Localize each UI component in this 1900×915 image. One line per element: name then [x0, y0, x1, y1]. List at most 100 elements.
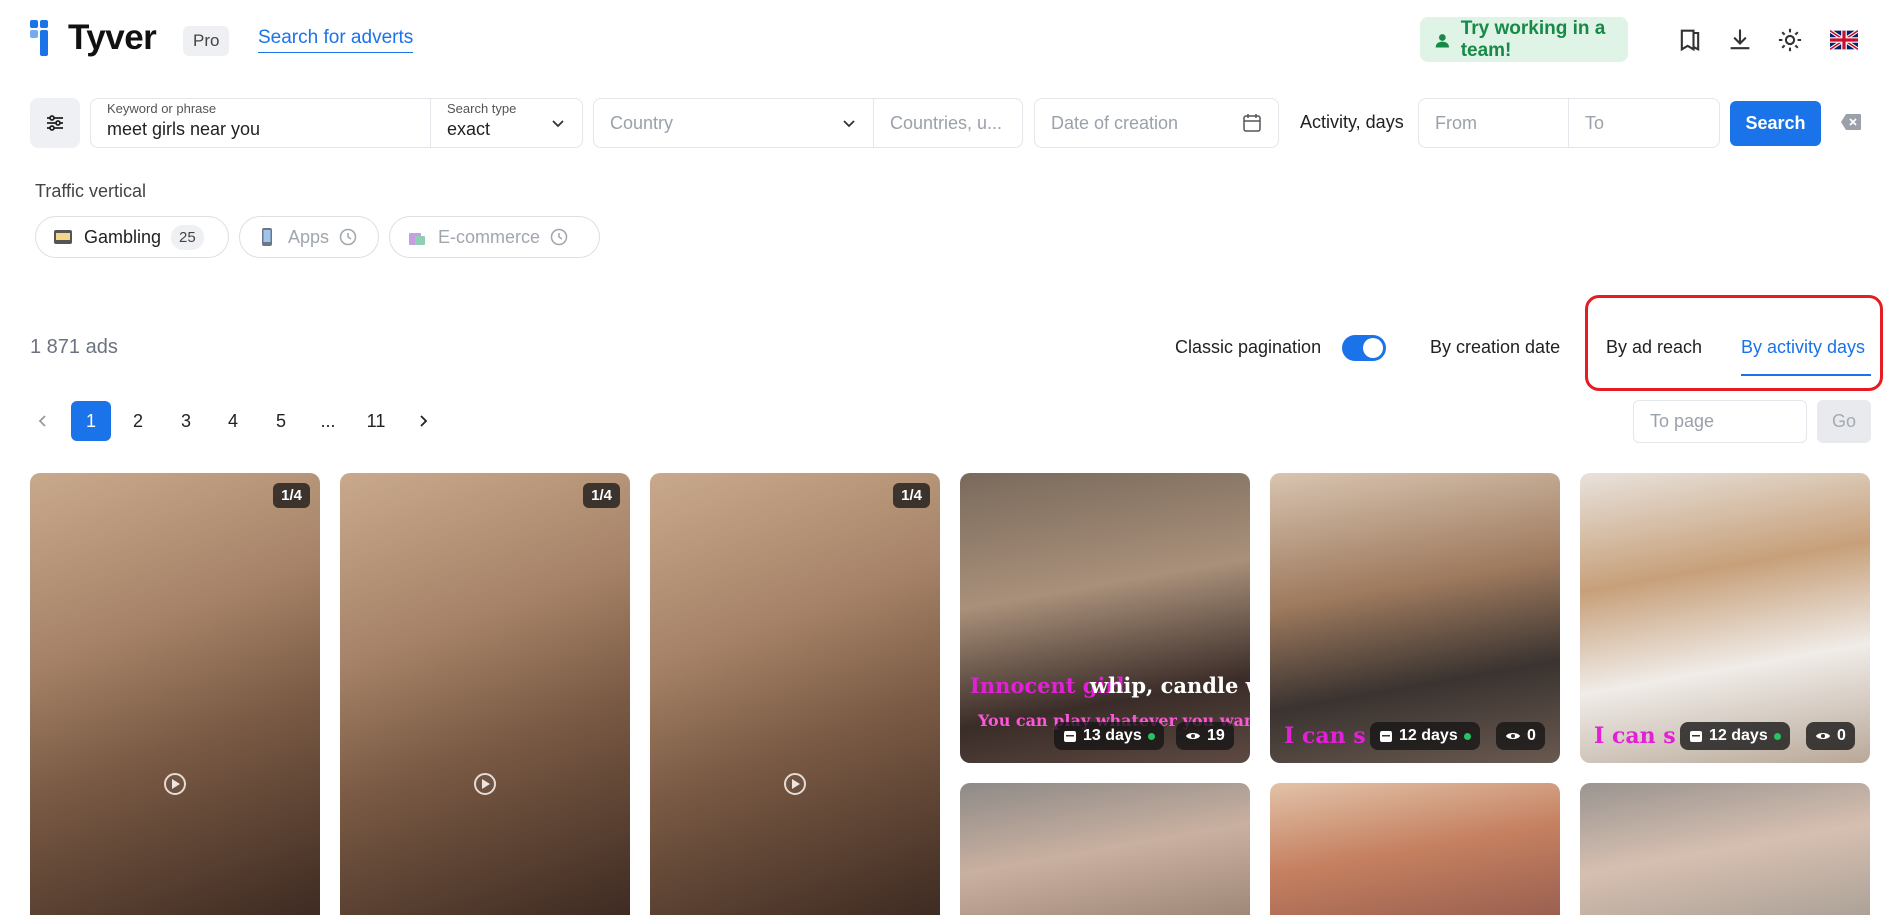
ad-card[interactable]: 1/4: [650, 473, 940, 915]
page-1[interactable]: 1: [71, 401, 111, 441]
chevron-right-icon: [420, 415, 428, 427]
clock-icon: [339, 228, 357, 246]
next-page-button[interactable]: [403, 401, 443, 441]
chip-gambling-count: 25: [171, 224, 204, 250]
page-2[interactable]: 2: [118, 401, 158, 441]
activity-days-stat: 12 days: [1370, 722, 1480, 750]
chevron-down-icon: [843, 120, 855, 128]
countries-input[interactable]: Countries, u...: [873, 98, 1023, 148]
views-stat: 0: [1806, 722, 1855, 750]
classic-pagination-toggle[interactable]: [1342, 335, 1386, 361]
calendar-icon: [1690, 731, 1702, 742]
play-icon[interactable]: [474, 773, 496, 795]
activity-from-input[interactable]: From: [1418, 98, 1569, 148]
date-of-creation-field[interactable]: Date of creation: [1034, 98, 1279, 148]
countries-placeholder: Countries, u...: [890, 113, 1003, 133]
traffic-vertical-title: Traffic vertical: [35, 181, 147, 201]
logo[interactable]: Tyver: [30, 18, 157, 58]
ads-count: 1 871 ads: [30, 336, 118, 358]
views-value: 19: [1207, 727, 1225, 744]
eye-icon: [1506, 733, 1520, 739]
calendar-icon: [1064, 731, 1076, 742]
page-4[interactable]: 4: [213, 401, 253, 441]
activity-days-stat: 12 days: [1680, 722, 1790, 750]
search-type-label: Search type: [447, 101, 517, 116]
views-stat: 0: [1496, 722, 1545, 750]
uk-flag-icon[interactable]: [1826, 22, 1862, 58]
views-value: 0: [1837, 727, 1846, 744]
to-page-input[interactable]: To page: [1633, 400, 1807, 443]
views-stat: 19: [1176, 722, 1234, 750]
shopping-bag-icon: [406, 226, 428, 248]
search-type-select[interactable]: Search type exact: [430, 98, 583, 148]
pro-badge: Pro: [183, 26, 230, 56]
keyword-label: Keyword or phrase: [107, 101, 217, 116]
sliders-icon: [47, 115, 63, 131]
carousel-count-badge: 1/4: [273, 483, 310, 508]
ad-card[interactable]: 1/4: [340, 473, 630, 915]
clear-icon[interactable]: [1840, 113, 1862, 131]
logo-text: Tyver: [68, 18, 157, 57]
try-team-button[interactable]: Try working in a team!: [1420, 17, 1628, 62]
logo-mark-icon: [30, 20, 58, 56]
chip-gambling[interactable]: Gambling 25: [35, 216, 229, 258]
chevron-down-icon: [552, 120, 564, 128]
activity-days-value: 12 days: [1399, 727, 1458, 744]
ad-card[interactable]: I can s 12 days 0: [1270, 473, 1560, 763]
carousel-count-badge: 1/4: [893, 483, 930, 508]
ad-card[interactable]: I can s 12 days 0: [1580, 473, 1870, 763]
chip-e-commerce[interactable]: E-commerce: [389, 216, 600, 258]
activity-days-label: Activity, days: [1300, 112, 1404, 132]
play-icon[interactable]: [784, 773, 806, 795]
clock-icon: [550, 228, 568, 246]
active-status-dot: [1147, 732, 1155, 740]
chip-apps-label: Apps: [288, 226, 330, 247]
eye-icon: [1816, 733, 1830, 739]
activity-days-value: 12 days: [1709, 727, 1768, 744]
keyword-field[interactable]: Keyword or phrase meet girls near you: [90, 98, 431, 148]
search-button[interactable]: Search: [1730, 101, 1821, 146]
country-select[interactable]: Country: [593, 98, 874, 148]
annotation-highlight-box: [1585, 295, 1883, 391]
page-11[interactable]: 11: [356, 401, 396, 441]
page-3[interactable]: 3: [166, 401, 206, 441]
try-team-label: Try working in a team!: [1460, 17, 1606, 61]
activity-to-input[interactable]: To: [1568, 98, 1720, 148]
page-5[interactable]: 5: [261, 401, 301, 441]
ad-card[interactable]: [1270, 783, 1560, 915]
slot-machine-icon: [52, 226, 74, 248]
download-icon[interactable]: [1722, 22, 1758, 58]
phone-icon: [256, 226, 278, 248]
active-status-dot: [1773, 732, 1781, 740]
chip-e-commerce-label: E-commerce: [438, 226, 541, 247]
ad-card[interactable]: [1580, 783, 1870, 915]
bookmarks-icon[interactable]: [1672, 22, 1708, 58]
filters-button[interactable]: [30, 98, 80, 148]
settings-icon[interactable]: [1772, 22, 1808, 58]
page-ellipsis: ...: [320, 410, 336, 431]
carousel-count-badge: 1/4: [583, 483, 620, 508]
go-button[interactable]: Go: [1817, 400, 1871, 443]
views-value: 0: [1527, 727, 1536, 744]
user-add-icon: [1435, 33, 1450, 48]
ad-overlay-text: I can s: [1594, 723, 1676, 749]
sort-by-creation-date[interactable]: By creation date: [1430, 337, 1560, 358]
activity-days-stat: 13 days: [1054, 722, 1164, 750]
chip-gambling-label: Gambling: [84, 226, 162, 247]
chip-apps[interactable]: Apps: [239, 216, 379, 258]
ad-card[interactable]: [960, 783, 1250, 915]
from-placeholder: From: [1435, 113, 1477, 133]
ad-card[interactable]: Innocent girl whip, candle wax You can p…: [960, 473, 1250, 763]
to-placeholder: To: [1585, 113, 1605, 133]
country-placeholder: Country: [610, 113, 674, 133]
activity-days-value: 13 days: [1083, 727, 1142, 744]
eye-icon: [1186, 733, 1200, 739]
prev-page-button[interactable]: [23, 401, 63, 441]
active-status-dot: [1463, 732, 1471, 740]
ad-card[interactable]: 1/4: [30, 473, 320, 915]
ad-overlay-text: whip, candle wax: [1090, 673, 1250, 698]
keyword-value: meet girls near you: [107, 119, 261, 139]
play-icon[interactable]: [164, 773, 186, 795]
search-adverts-link[interactable]: Search for adverts: [258, 27, 414, 53]
date-placeholder: Date of creation: [1051, 113, 1179, 133]
